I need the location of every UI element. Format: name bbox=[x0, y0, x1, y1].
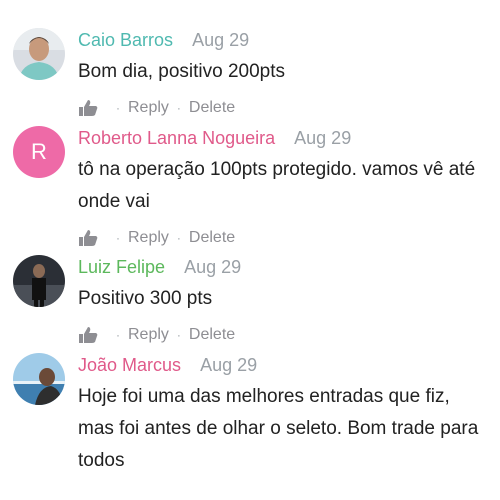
thumbs-up-icon[interactable] bbox=[78, 326, 98, 344]
separator: · bbox=[116, 328, 120, 342]
comment-date: Aug 29 bbox=[192, 30, 250, 50]
thumbs-up-icon[interactable] bbox=[78, 229, 98, 247]
comment-text: Hoje foi uma das melhores entradas que f… bbox=[78, 386, 479, 471]
reply-button[interactable]: Reply bbox=[128, 229, 169, 247]
delete-button[interactable]: Delete bbox=[189, 326, 235, 344]
separator: · bbox=[176, 328, 181, 342]
avatar-photo-icon bbox=[13, 353, 65, 405]
comment-text: tô na operação 100pts protegido. vamos v… bbox=[78, 159, 476, 212]
comment-actions: · Reply · Delete bbox=[78, 227, 486, 249]
avatar[interactable] bbox=[13, 28, 65, 80]
comment-date: Aug 29 bbox=[294, 128, 352, 148]
avatar[interactable] bbox=[13, 353, 65, 405]
avatar-photo-icon bbox=[13, 28, 65, 80]
comment-date: Aug 29 bbox=[200, 355, 258, 375]
author-name[interactable]: Roberto Lanna Nogueira bbox=[78, 128, 275, 148]
delete-button[interactable]: Delete bbox=[189, 99, 235, 117]
author-name[interactable]: João Marcus bbox=[78, 355, 181, 375]
author-name[interactable]: Caio Barros bbox=[78, 30, 173, 50]
thumbs-up-icon[interactable] bbox=[78, 99, 98, 117]
avatar[interactable] bbox=[13, 255, 65, 307]
separator: · bbox=[176, 101, 181, 115]
separator: · bbox=[116, 101, 120, 115]
author-name[interactable]: Luiz Felipe bbox=[78, 257, 165, 277]
reply-button[interactable]: Reply bbox=[128, 326, 169, 344]
comment-date: Aug 29 bbox=[184, 257, 242, 277]
delete-button[interactable]: Delete bbox=[189, 229, 235, 247]
separator: · bbox=[176, 231, 181, 245]
avatar-photo-icon bbox=[13, 255, 65, 307]
avatar-letter: R bbox=[31, 139, 47, 164]
comment-actions: · Reply · Delete bbox=[78, 324, 486, 346]
separator: · bbox=[116, 231, 120, 245]
reply-button[interactable]: Reply bbox=[128, 99, 169, 117]
comment-text: Bom dia, positivo 200pts bbox=[78, 61, 286, 82]
comment-actions: · Reply · Delete bbox=[78, 97, 486, 119]
avatar[interactable]: R bbox=[13, 126, 65, 178]
comment-text: Positivo 300 pts bbox=[78, 288, 213, 309]
